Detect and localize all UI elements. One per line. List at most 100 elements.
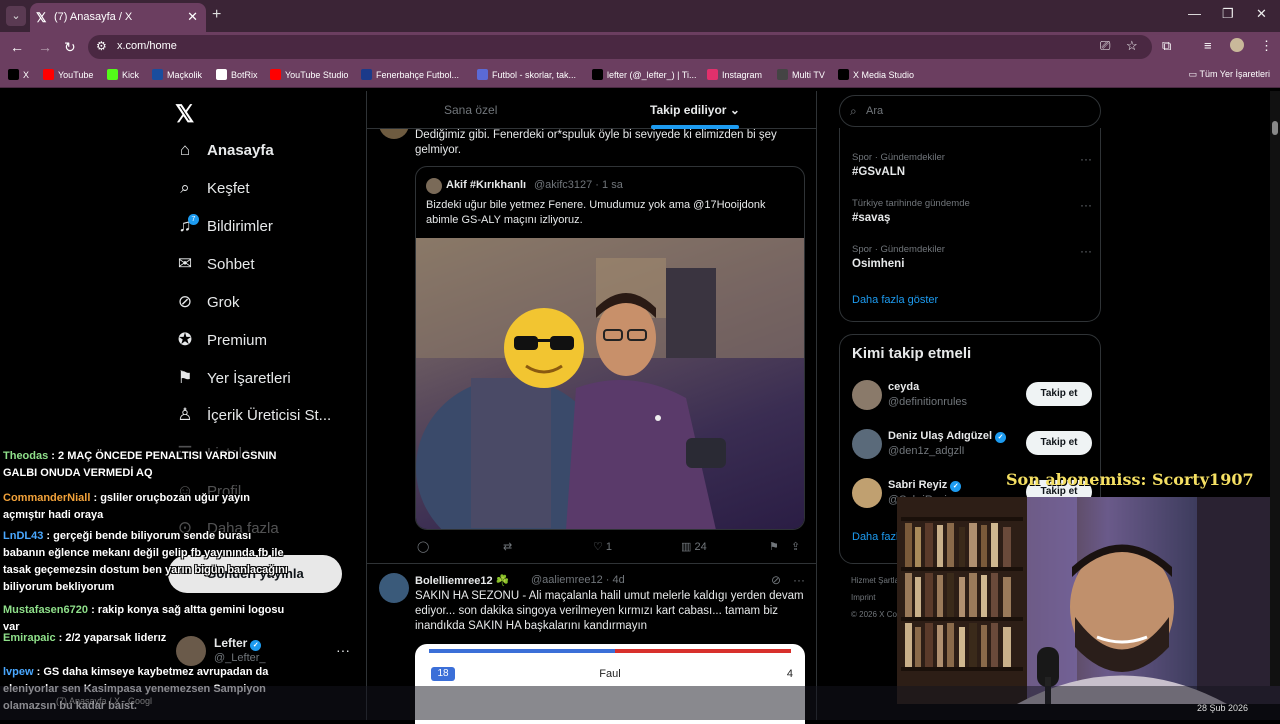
sidebar-item-0[interactable]: ⌂ Anasayfa: [175, 140, 274, 168]
share-icon[interactable]: ⇪: [791, 540, 800, 553]
stat-bar-home: [429, 649, 615, 653]
new-tab-icon[interactable]: +: [212, 6, 221, 24]
all-bookmarks-folder[interactable]: ▭ Tüm Yer İşaretleri: [1189, 69, 1270, 80]
sidebar-item-label: Yer İşaretleri: [207, 370, 291, 387]
avatar[interactable]: [379, 573, 409, 603]
media-icon[interactable]: ≡: [1204, 38, 1212, 53]
reload-icon[interactable]: ↻: [64, 39, 76, 56]
suggestion-name-text: ceyda: [888, 381, 920, 393]
flashscore-icon: [477, 69, 488, 80]
stat-bar-away: [615, 649, 791, 653]
sidebar-item-3[interactable]: ✉ Sohbet: [175, 254, 255, 282]
tab-following-label: Takip ediliyor: [650, 103, 727, 117]
more-dots-icon[interactable]: ···: [1080, 198, 1092, 212]
follow-suggestion[interactable]: ceyda @definitionrules Takip et: [852, 380, 1092, 414]
menu-icon[interactable]: ⋮: [1260, 38, 1273, 54]
scrollbar-thumb[interactable]: [1272, 121, 1278, 135]
chat-message: LnDL43 : gerçeği bende biliyorum sende b…: [3, 528, 288, 596]
cast-icon[interactable]: ⎚: [1100, 38, 1110, 54]
bookmark-6[interactable]: Fenerbahçe Futbol...: [361, 69, 459, 80]
who-to-follow-title: Kimi takip etmeli: [852, 345, 972, 362]
bookmark-5[interactable]: YouTube Studio: [270, 69, 348, 80]
sidebar-item-4[interactable]: ⊘ Grok: [175, 292, 240, 320]
views-button[interactable]: ▥ 24: [681, 540, 707, 553]
bookmark-label: YouTube: [58, 70, 94, 80]
sidebar-item-6[interactable]: ⚑ Yer İşaretleri: [175, 368, 291, 396]
page-scrollbar[interactable]: [1270, 91, 1280, 686]
back-icon[interactable]: ←: [10, 39, 24, 55]
grok-action-icon[interactable]: ⊘: [771, 573, 781, 587]
tab-search-button[interactable]: ⌄: [6, 6, 26, 26]
tab-for-you[interactable]: Sana özel: [444, 103, 497, 117]
bookmark-0[interactable]: X: [8, 69, 29, 80]
show-more-link[interactable]: Daha fazla göster: [852, 294, 938, 306]
follow-button[interactable]: Takip et: [1026, 431, 1092, 455]
more-dots-icon[interactable]: ···: [336, 642, 350, 658]
profile-avatar[interactable]: [1230, 38, 1244, 52]
active-tab-indicator: [651, 125, 739, 129]
more-dots-icon[interactable]: ···: [793, 573, 805, 587]
tweet-text: SAKIN HA SEZONU - Ali maçalanla halil um…: [415, 590, 804, 632]
bookmark-7[interactable]: Futbol - skorlar, tak...: [477, 69, 576, 80]
suggestion-name[interactable]: Deniz Ulaş Adıgüzel ✓: [888, 430, 1007, 443]
trend-context: Türkiye tarihinde gündemde: [852, 198, 970, 209]
trend-context: Spor · Gündemdekiler: [852, 244, 945, 255]
bookmark-10[interactable]: Multi TV: [777, 69, 825, 80]
search-input[interactable]: ⌕ Ara: [839, 95, 1101, 127]
bookmark-label: YouTube Studio: [285, 70, 349, 80]
bookmark-label: Multi TV: [792, 70, 825, 80]
maximize-icon[interactable]: ❐: [1222, 6, 1234, 22]
bookmark-4[interactable]: BotRix: [216, 69, 258, 80]
avatar[interactable]: [852, 380, 882, 410]
avatar[interactable]: [852, 429, 882, 459]
close-tab-icon[interactable]: ✕: [187, 9, 198, 25]
forward-icon[interactable]: →: [38, 39, 52, 55]
suggestion-name-text: Deniz Ulaş Adıgüzel: [888, 430, 993, 442]
sidebar-item-5[interactable]: ✪ Premium: [175, 330, 267, 358]
bookmark-star-icon[interactable]: ☆: [1126, 38, 1138, 54]
suggestion-name[interactable]: ceyda: [888, 381, 919, 393]
follow-suggestion[interactable]: Deniz Ulaş Adıgüzel ✓ @den1z_adgzlI Takip e…: [852, 429, 1092, 463]
tweet-author-name[interactable]: Bolelliemree12 ☘️: [415, 574, 509, 587]
trend-item[interactable]: Türkiye tarihinde gündemde #savaş ···: [852, 198, 1092, 224]
trend-item[interactable]: Spor · Gündemdekiler Osimheni ···: [852, 244, 1092, 270]
sidebar-item-7[interactable]: ♙ İçerik Üreticisi St...: [175, 405, 331, 433]
more-dots-icon[interactable]: ···: [1080, 244, 1092, 258]
quoted-tweet[interactable]: Akif #Kırıkhanlı @akifc3127 · 1 sa Bizde…: [415, 166, 805, 530]
bookmark-11[interactable]: X Media Studio: [838, 69, 914, 80]
taskbar-window-item[interactable]: (7) Anasayfa / X - Googl: [56, 696, 152, 706]
repost-icon[interactable]: ⇄: [503, 540, 512, 553]
bookmark-1[interactable]: YouTube: [43, 69, 93, 80]
x-favicon-icon: 𝕏: [36, 10, 47, 25]
bookmark-icon[interactable]: ⚑: [769, 540, 779, 553]
omnibox[interactable]: ⚙ x.com/home: [88, 35, 1152, 59]
sidebar-item-label: Premium: [207, 332, 268, 349]
more-dots-icon[interactable]: ···: [1080, 152, 1092, 166]
site-settings-icon[interactable]: ⚙: [96, 39, 107, 53]
sidebar-item-1[interactable]: ⌕ Keşfet: [175, 178, 249, 206]
reply-icon[interactable]: ◯: [417, 540, 429, 553]
like-button[interactable]: ♡ 1: [593, 540, 612, 553]
x-logo-icon[interactable]: 𝕏: [175, 100, 194, 129]
browser-tab[interactable]: 𝕏 (7) Anasayfa / X ✕: [30, 3, 206, 32]
follow-button[interactable]: Takip et: [1026, 382, 1092, 406]
extensions-icon[interactable]: ⧉: [1162, 38, 1171, 54]
chat-username: CommanderNiall: [3, 492, 91, 504]
url-text[interactable]: x.com/home: [117, 40, 177, 52]
bookmark-9[interactable]: Instagram: [707, 69, 762, 80]
avatar[interactable]: [852, 478, 882, 508]
creator-studio-icon: ♙: [177, 405, 193, 424]
bookmark-8[interactable]: lefter (@_lefter_) | Ti...: [592, 69, 697, 80]
tab-following[interactable]: Takip ediliyor ⌄: [650, 103, 740, 117]
bookmark-3[interactable]: Maçkolik: [152, 69, 202, 80]
tweet-photo[interactable]: [416, 238, 804, 529]
close-window-icon[interactable]: ✕: [1256, 6, 1267, 22]
chat-message: CommanderNiall : gsliler oruçbozan uğur …: [3, 490, 288, 524]
tweet-author-handle[interactable]: @aaliemree12 · 4d: [531, 574, 625, 586]
suggestion-name[interactable]: Sabri Reyiz ✓: [888, 479, 962, 492]
minimize-icon[interactable]: —: [1188, 6, 1201, 21]
bookmark-2[interactable]: Kick: [107, 69, 139, 80]
chat-username: lvpew: [3, 666, 34, 678]
trend-item[interactable]: Spor · Gündemdekiler #GSvALN ···: [852, 152, 1092, 178]
sidebar-item-label: İçerik Üreticisi St...: [207, 407, 332, 424]
